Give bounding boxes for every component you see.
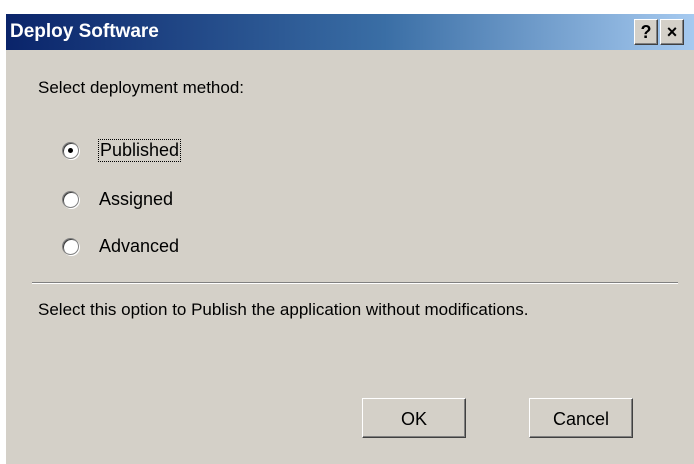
radio-label-advanced[interactable]: Advanced — [99, 236, 179, 257]
radio-assigned[interactable] — [62, 190, 79, 208]
close-icon: × — [666, 22, 678, 42]
title-bar[interactable]: Deploy Software ? × — [6, 14, 694, 50]
deployment-method-prompt: Select deployment method: — [38, 78, 245, 97]
ok-button[interactable]: OK — [362, 398, 466, 438]
radio-published[interactable] — [62, 141, 79, 159]
help-button[interactable]: ? — [634, 19, 658, 45]
radio-label-assigned[interactable]: Assigned — [99, 189, 173, 210]
option-description: Select this option to Publish the applic… — [38, 300, 529, 319]
radio-option-assigned[interactable]: Assigned — [62, 186, 173, 212]
close-button[interactable]: × — [660, 19, 684, 45]
radio-option-published[interactable]: Published — [62, 137, 182, 163]
cancel-button[interactable]: Cancel — [529, 398, 633, 438]
radio-label-published[interactable]: Published — [97, 138, 182, 162]
help-icon: ? — [640, 22, 652, 42]
window-title: Deploy Software — [10, 21, 159, 42]
radio-option-advanced[interactable]: Advanced — [62, 233, 179, 259]
radio-selected-dot — [68, 147, 73, 153]
radio-advanced[interactable] — [62, 237, 79, 255]
deploy-software-dialog: Deploy Software ? × Select deployment me… — [6, 14, 694, 464]
separator — [32, 282, 678, 284]
